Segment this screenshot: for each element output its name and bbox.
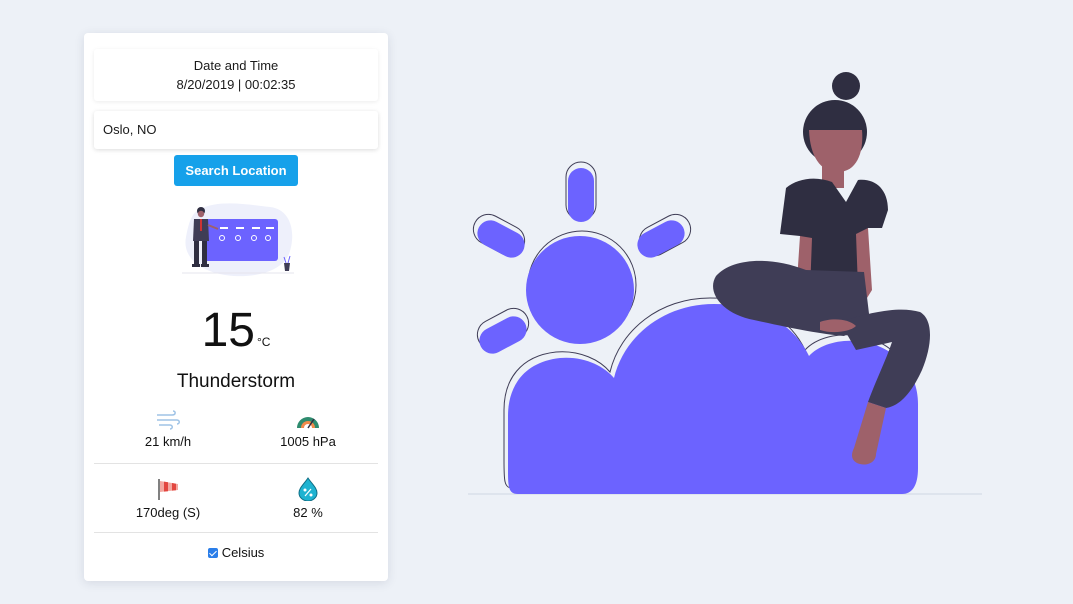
celsius-toggle[interactable]: Celsius	[84, 545, 388, 560]
celsius-checkbox[interactable]	[207, 548, 218, 558]
celsius-label: Celsius	[221, 545, 265, 560]
datetime-value: 8/20/2019 | 00:02:35	[176, 77, 296, 92]
hero-illustration	[468, 72, 982, 495]
pressure-stat: 1005 hPa	[238, 410, 378, 449]
temperature-value: 15	[201, 304, 255, 357]
pressure-value: 1005 hPa	[280, 434, 336, 449]
stats-divider-2	[94, 532, 378, 533]
wind-direction-stat: 170deg (S)	[98, 477, 238, 520]
wind-speed-stat: 21 km/h	[98, 410, 238, 449]
weather-card: Date and Time 8/20/2019 | 00:02:35 Oslo,…	[84, 33, 388, 581]
humidity-stat: 82 %	[238, 477, 378, 520]
pressure-gauge-icon	[297, 417, 319, 429]
weather-presenter-illustration	[182, 203, 294, 277]
location-input[interactable]: Oslo, NO	[94, 111, 378, 149]
windsock-icon	[158, 479, 178, 500]
wind-icon	[157, 410, 180, 430]
humidity-value: 82 %	[293, 505, 323, 520]
humidity-drop-icon	[298, 477, 318, 501]
temperature-display: 15 °C	[84, 303, 388, 370]
datetime-title: Date and Time	[193, 58, 279, 73]
weather-condition: Thunderstorm	[176, 371, 296, 392]
wind-direction-value: 170deg (S)	[135, 505, 201, 520]
wind-speed-value: 21 km/h	[144, 434, 192, 449]
temperature-unit: °C	[256, 335, 271, 349]
stats-divider-1	[94, 463, 378, 464]
datetime-panel: Date and Time 8/20/2019 | 00:02:35	[94, 49, 378, 101]
search-location-button[interactable]: Search Location	[174, 155, 298, 186]
